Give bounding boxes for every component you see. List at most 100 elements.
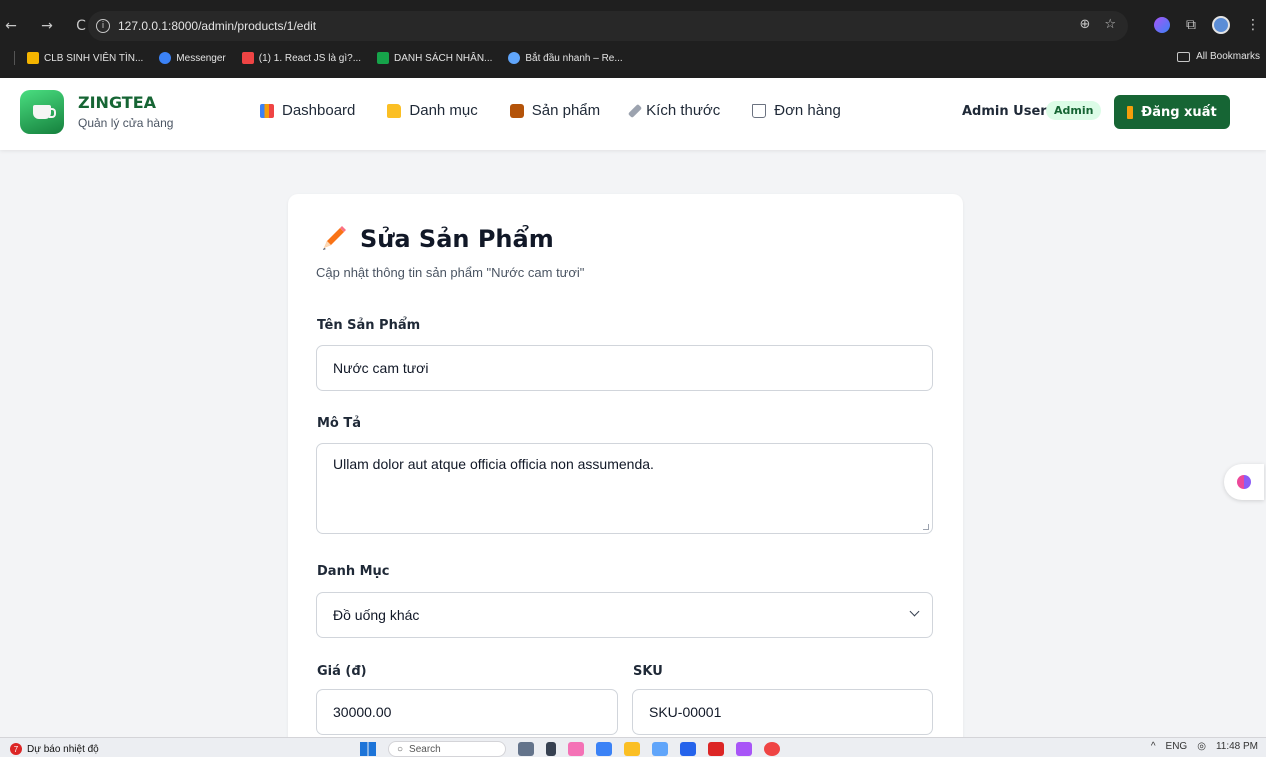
main-nav: Dashboard Danh mục Sản phẩm Kích thước Đ… xyxy=(260,102,841,119)
taskbar-apps: ○ Search xyxy=(360,741,780,757)
chrome-icon[interactable] xyxy=(764,742,780,756)
menu-kebab-icon[interactable]: ⋮ xyxy=(1246,17,1260,33)
youtube-icon xyxy=(241,52,254,64)
name-label: Tên Sản Phẩm xyxy=(317,318,421,333)
bookmark-item[interactable]: (1) 1. React JS là gì?... xyxy=(241,52,361,64)
wifi-icon[interactable]: ◎ xyxy=(1197,741,1206,752)
box-icon xyxy=(509,103,524,118)
title-row: Sửa Sản Phẩm xyxy=(318,224,554,254)
app-icon[interactable] xyxy=(518,742,534,756)
taskbar-search[interactable]: ○ Search xyxy=(388,741,506,757)
os-taskbar: 7 Dự báo nhiệt độ ○ Search ^ ENG ◎ 11:48 P… xyxy=(0,737,1266,757)
description-textarea[interactable]: Ullam dolor aut atque officia officia no… xyxy=(316,443,933,534)
weather-label: Dự báo nhiệt độ xyxy=(27,743,99,755)
brand-name[interactable]: ZINGTEA xyxy=(78,93,156,112)
search-icon: ○ xyxy=(397,743,404,755)
ruler-icon xyxy=(628,103,643,118)
price-input[interactable]: 30000.00 xyxy=(316,689,618,735)
address-bar[interactable]: i 127.0.0.1:8000/admin/products/1/edit ⊕… xyxy=(88,11,1128,41)
drive-icon xyxy=(27,52,39,64)
bookmark-label: Bắt đầu nhanh – Re... xyxy=(525,52,623,64)
user-name: Admin User xyxy=(962,104,1047,119)
nav-categories[interactable]: Danh mục xyxy=(387,102,478,119)
bookmark-item[interactable]: DANH SÁCH NHÂN... xyxy=(377,52,492,64)
back-icon[interactable]: ← xyxy=(0,18,22,34)
messenger-icon xyxy=(159,52,172,64)
forward-icon[interactable]: → xyxy=(36,18,58,34)
zoom-icon[interactable]: ⊕ xyxy=(1079,17,1090,32)
windows-start-icon[interactable] xyxy=(360,742,376,756)
weather-badge: 7 xyxy=(10,743,22,755)
page-subtitle: Cập nhật thông tin sản phẩm "Nước cam tư… xyxy=(316,265,585,280)
address-bar-row: ← → C i 127.0.0.1:8000/admin/products/1/… xyxy=(0,8,1266,44)
cup-icon xyxy=(33,105,56,119)
nav-label: Dashboard xyxy=(282,102,356,119)
extensions-puzzle-icon[interactable]: ⧉ xyxy=(1186,17,1196,33)
chevron-up-icon[interactable]: ^ xyxy=(1151,741,1156,752)
weather-widget[interactable]: 7 Dự báo nhiệt độ xyxy=(10,743,99,755)
app-icon[interactable] xyxy=(708,742,724,756)
app-icon[interactable] xyxy=(596,742,612,756)
profile-avatar[interactable] xyxy=(1212,16,1230,34)
logout-button[interactable]: Đăng xuất xyxy=(1114,95,1230,129)
nav-orders[interactable]: Đơn hàng xyxy=(752,102,841,119)
extension-icon[interactable] xyxy=(1154,17,1170,33)
react-icon xyxy=(508,52,521,64)
resize-handle-icon[interactable] xyxy=(923,524,929,530)
app-icon[interactable] xyxy=(652,742,668,756)
browser-chrome: ← → C i 127.0.0.1:8000/admin/products/1/… xyxy=(0,0,1266,78)
bookmark-item[interactable]: Bắt đầu nhanh – Re... xyxy=(508,52,623,64)
app-header: ZINGTEA Quản lý cửa hàng Dashboard Danh … xyxy=(0,78,1266,150)
brand-subtitle: Quản lý cửa hàng xyxy=(78,116,174,130)
price-label: Giá (đ) xyxy=(317,664,367,679)
app-icon[interactable] xyxy=(736,742,752,756)
nav-sizes[interactable]: Kích thước xyxy=(628,102,720,119)
category-select[interactable]: Đồ uống khác xyxy=(316,592,933,638)
sku-value: SKU-00001 xyxy=(649,704,722,720)
search-placeholder: Search xyxy=(409,743,441,755)
bookmark-item[interactable]: Messenger xyxy=(159,52,226,64)
sku-input[interactable]: SKU-00001 xyxy=(632,689,933,735)
chevron-down-icon xyxy=(909,606,920,617)
category-label: Danh Mục xyxy=(317,564,390,579)
bookmark-label: DANH SÁCH NHÂN... xyxy=(394,52,493,64)
edit-product-card: Sửa Sản Phẩm Cập nhật thông tin sản phẩm… xyxy=(288,194,963,754)
nav-products[interactable]: Sản phẩm xyxy=(509,102,601,119)
floating-assistant-button[interactable] xyxy=(1224,464,1264,500)
product-name-value: Nước cam tươi xyxy=(333,360,429,376)
folder-icon xyxy=(387,103,402,118)
nav-dashboard[interactable]: Dashboard xyxy=(260,102,355,119)
system-tray: ^ ENG ◎ 11:48 PM xyxy=(1151,741,1258,752)
bookmark-item[interactable]: CLB SINH VIÊN TÌN... xyxy=(27,52,143,64)
file-explorer-icon[interactable] xyxy=(624,742,640,756)
app-icon[interactable] xyxy=(568,742,584,756)
chart-icon xyxy=(260,103,274,118)
bookmark-label: CLB SINH VIÊN TÌN... xyxy=(44,52,144,64)
cart-icon xyxy=(752,103,767,118)
door-icon xyxy=(1127,105,1134,119)
product-name-input[interactable]: Nước cam tươi xyxy=(316,345,933,391)
bookmarks-separator xyxy=(14,51,15,65)
url-text[interactable]: 127.0.0.1:8000/admin/products/1/edit xyxy=(118,19,316,33)
nav-label: Sản phẩm xyxy=(531,102,601,119)
logo-icon[interactable] xyxy=(20,90,64,134)
vscode-icon[interactable] xyxy=(680,742,696,756)
role-badge: Admin xyxy=(1046,101,1102,120)
app-icon[interactable] xyxy=(546,742,556,756)
site-info-icon[interactable]: i xyxy=(96,19,110,33)
bookmarks-bar: CLB SINH VIÊN TÌN... Messenger (1) 1. Re… xyxy=(0,46,1266,70)
all-bookmarks-label: All Bookmarks xyxy=(1196,51,1260,62)
sheets-icon xyxy=(377,52,390,64)
all-bookmarks[interactable]: All Bookmarks xyxy=(1177,51,1260,62)
page-title: Sửa Sản Phẩm xyxy=(360,225,554,253)
pencil-icon xyxy=(323,226,346,250)
description-value: Ullam dolor aut atque officia officia no… xyxy=(333,456,654,472)
description-label: Mô Tả xyxy=(317,416,362,431)
price-value: 30000.00 xyxy=(333,704,392,720)
clock[interactable]: 11:48 PM xyxy=(1216,741,1258,752)
category-value: Đồ uống khác xyxy=(333,607,420,623)
nav-label: Đơn hàng xyxy=(774,102,841,119)
lang-indicator[interactable]: ENG xyxy=(1166,741,1188,752)
bookmark-star-icon[interactable]: ☆ xyxy=(1104,17,1116,32)
sku-label: SKU xyxy=(633,664,663,679)
